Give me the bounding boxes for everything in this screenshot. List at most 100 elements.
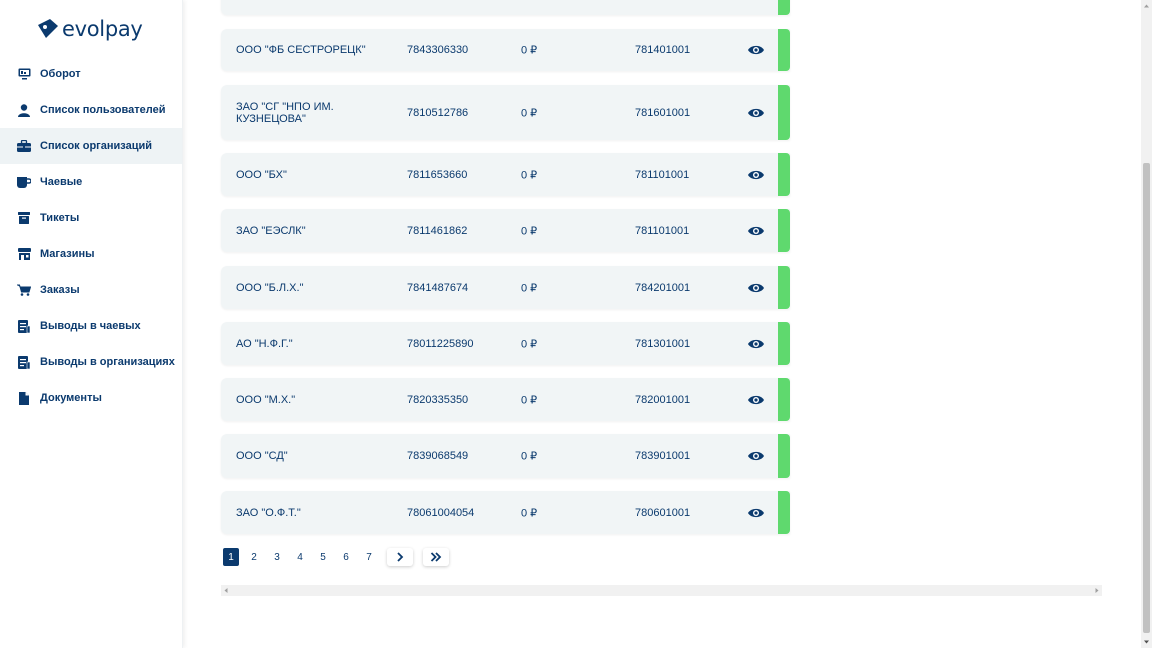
sidebar-item-label: Чаевые <box>40 176 83 188</box>
last-page-button[interactable] <box>423 548 449 566</box>
logo-text: evolpay <box>62 17 143 41</box>
org-balance: 0 ₽ <box>521 450 538 463</box>
org-inn: 7841487674 <box>407 281 469 294</box>
org-name: ООО "М.Х." <box>236 393 296 406</box>
eye-icon[interactable] <box>747 338 765 350</box>
sidebar-item-organizations[interactable]: Список организаций <box>0 128 182 164</box>
eye-icon[interactable] <box>747 44 765 56</box>
horizontal-scrollbar[interactable] <box>221 585 1102 596</box>
org-name: ЗАО "О.Ф.Т." <box>236 506 301 519</box>
org-balance: 0 ₽ <box>521 507 538 519</box>
status-stripe <box>778 378 790 421</box>
sidebar-item-label: Выводы в организациях <box>40 356 175 368</box>
org-balance: 0 ₽ <box>521 107 538 119</box>
org-balance: 0 ₽ <box>521 338 538 350</box>
sidebar-item-users[interactable]: Список пользователей <box>0 92 182 128</box>
org-kpp: 784201001 <box>635 281 691 294</box>
org-name: ЗАО "ЕЭСЛК" <box>236 224 306 237</box>
org-balance: 0 ₽ <box>521 44 538 57</box>
sidebar-item-orders[interactable]: Заказы <box>0 272 182 308</box>
document-icon <box>16 390 32 406</box>
org-balance: 0 ₽ <box>521 394 538 406</box>
sidebar-item-org-withdrawals[interactable]: Выводы в организациях <box>0 344 182 380</box>
scroll-left-icon[interactable] <box>223 587 229 594</box>
user-icon <box>16 102 32 118</box>
page-button-1[interactable]: 1 <box>223 548 239 566</box>
page-button-3[interactable]: 3 <box>269 548 285 566</box>
table-row: ЗАО "ЕЭСЛК" 7811461862 0 ₽ 781101001 <box>221 209 790 252</box>
org-balance: 0 ₽ <box>521 169 538 181</box>
sidebar-item-tickets[interactable]: Тикеты <box>0 200 182 236</box>
sidebar-item-turnover[interactable]: Оборот <box>0 56 182 92</box>
org-kpp: 781401001 <box>635 44 691 56</box>
scroll-down-icon[interactable] <box>1143 639 1150 645</box>
status-stripe <box>778 0 790 15</box>
sidebar-item-tips-withdrawals[interactable]: Выводы в чаевых <box>0 308 182 344</box>
sidebar-nav: Оборот Список пользователей Список орган… <box>0 56 182 416</box>
scroll-up-icon[interactable] <box>1143 3 1150 9</box>
org-inn: 7839068549 <box>407 450 469 462</box>
sidebar-item-tips[interactable]: Чаевые <box>0 164 182 200</box>
org-name: ООО "Б.Л.Х." <box>236 281 304 294</box>
sidebar-item-stores[interactable]: Магазины <box>0 236 182 272</box>
next-page-button[interactable] <box>387 548 413 566</box>
briefcase-icon <box>16 138 32 154</box>
sidebar-item-label: Заказы <box>40 284 80 296</box>
page-button-4[interactable]: 4 <box>292 548 308 566</box>
org-inn: 7811461862 <box>407 224 468 237</box>
org-inn: 78061004054 <box>407 506 475 519</box>
table-row-partial <box>221 0 790 15</box>
eye-icon[interactable] <box>747 282 765 294</box>
org-inn: 78011225890 <box>407 337 474 350</box>
status-stripe <box>778 209 790 252</box>
sidebar-item-label: Тикеты <box>40 212 80 224</box>
org-kpp: 780601001 <box>635 506 691 519</box>
table-row: ООО "Б.Л.Х." 7841487674 0 ₽ 784201001 <box>221 266 790 309</box>
sidebar-item-documents[interactable]: Документы <box>0 380 182 416</box>
vertical-scrollbar[interactable] <box>1141 0 1152 648</box>
org-kpp: 781601001 <box>635 106 691 119</box>
org-name: ЗАО "СГ "НПО ИМ. КУЗНЕЦОВА" <box>236 100 334 125</box>
org-kpp: 781101001 <box>635 224 690 237</box>
eye-icon[interactable] <box>747 107 765 119</box>
table-row: ООО "М.Х." 7820335350 0 ₽ 782001001 <box>221 378 790 421</box>
sidebar-item-label: Выводы в чаевых <box>40 320 141 332</box>
page-button-6[interactable]: 6 <box>338 548 354 566</box>
double-chevron-right-icon <box>430 552 442 562</box>
cup-icon <box>16 174 32 190</box>
page-button-2[interactable]: 2 <box>246 548 262 566</box>
eye-icon[interactable] <box>747 507 765 519</box>
status-stripe <box>778 434 790 478</box>
page-button-7[interactable]: 7 <box>361 548 377 566</box>
org-name: ООО "ФБ СЕСТРОРЕЦК" <box>236 44 366 56</box>
org-balance: 0 ₽ <box>521 225 538 237</box>
page-button-5[interactable]: 5 <box>315 548 331 566</box>
sidebar-item-label: Магазины <box>40 248 95 260</box>
scroll-right-icon[interactable] <box>1094 587 1100 594</box>
scrollbar-thumb[interactable] <box>1143 163 1150 633</box>
org-name: ООО "СД" <box>236 450 288 462</box>
sidebar-item-label: Список пользователей <box>40 104 166 116</box>
cart-icon <box>16 282 32 298</box>
logo-mark-icon <box>38 19 58 38</box>
eye-icon[interactable] <box>747 394 765 406</box>
table-row: АО "Н.Ф.Г." 78011225890 0 ₽ 781301001 <box>221 322 790 365</box>
receipt-icon <box>16 318 32 334</box>
eye-icon[interactable] <box>747 450 765 462</box>
status-stripe <box>778 266 790 309</box>
logo[interactable]: evolpay <box>36 15 143 43</box>
table-row: ООО "СД" 7839068549 0 ₽ 783901001 <box>221 434 790 478</box>
org-kpp: 783901001 <box>635 450 691 462</box>
org-kpp: 781301001 <box>635 337 691 350</box>
status-stripe <box>778 85 790 140</box>
ticket-box-icon <box>16 210 32 226</box>
eye-icon[interactable] <box>747 225 765 237</box>
sidebar-item-label: Документы <box>40 392 102 404</box>
eye-icon[interactable] <box>747 169 765 181</box>
chevron-right-icon <box>397 552 404 562</box>
org-inn: 7843306330 <box>407 44 469 56</box>
table-row: ЗАО "О.Ф.Т." 78061004054 0 ₽ 780601001 <box>221 491 790 534</box>
table-row: ЗАО "СГ "НПО ИМ. КУЗНЕЦОВА" 7810512786 0… <box>221 85 790 140</box>
org-kpp: 782001001 <box>635 393 691 406</box>
pagination: 1 2 3 4 5 6 7 <box>223 547 459 567</box>
